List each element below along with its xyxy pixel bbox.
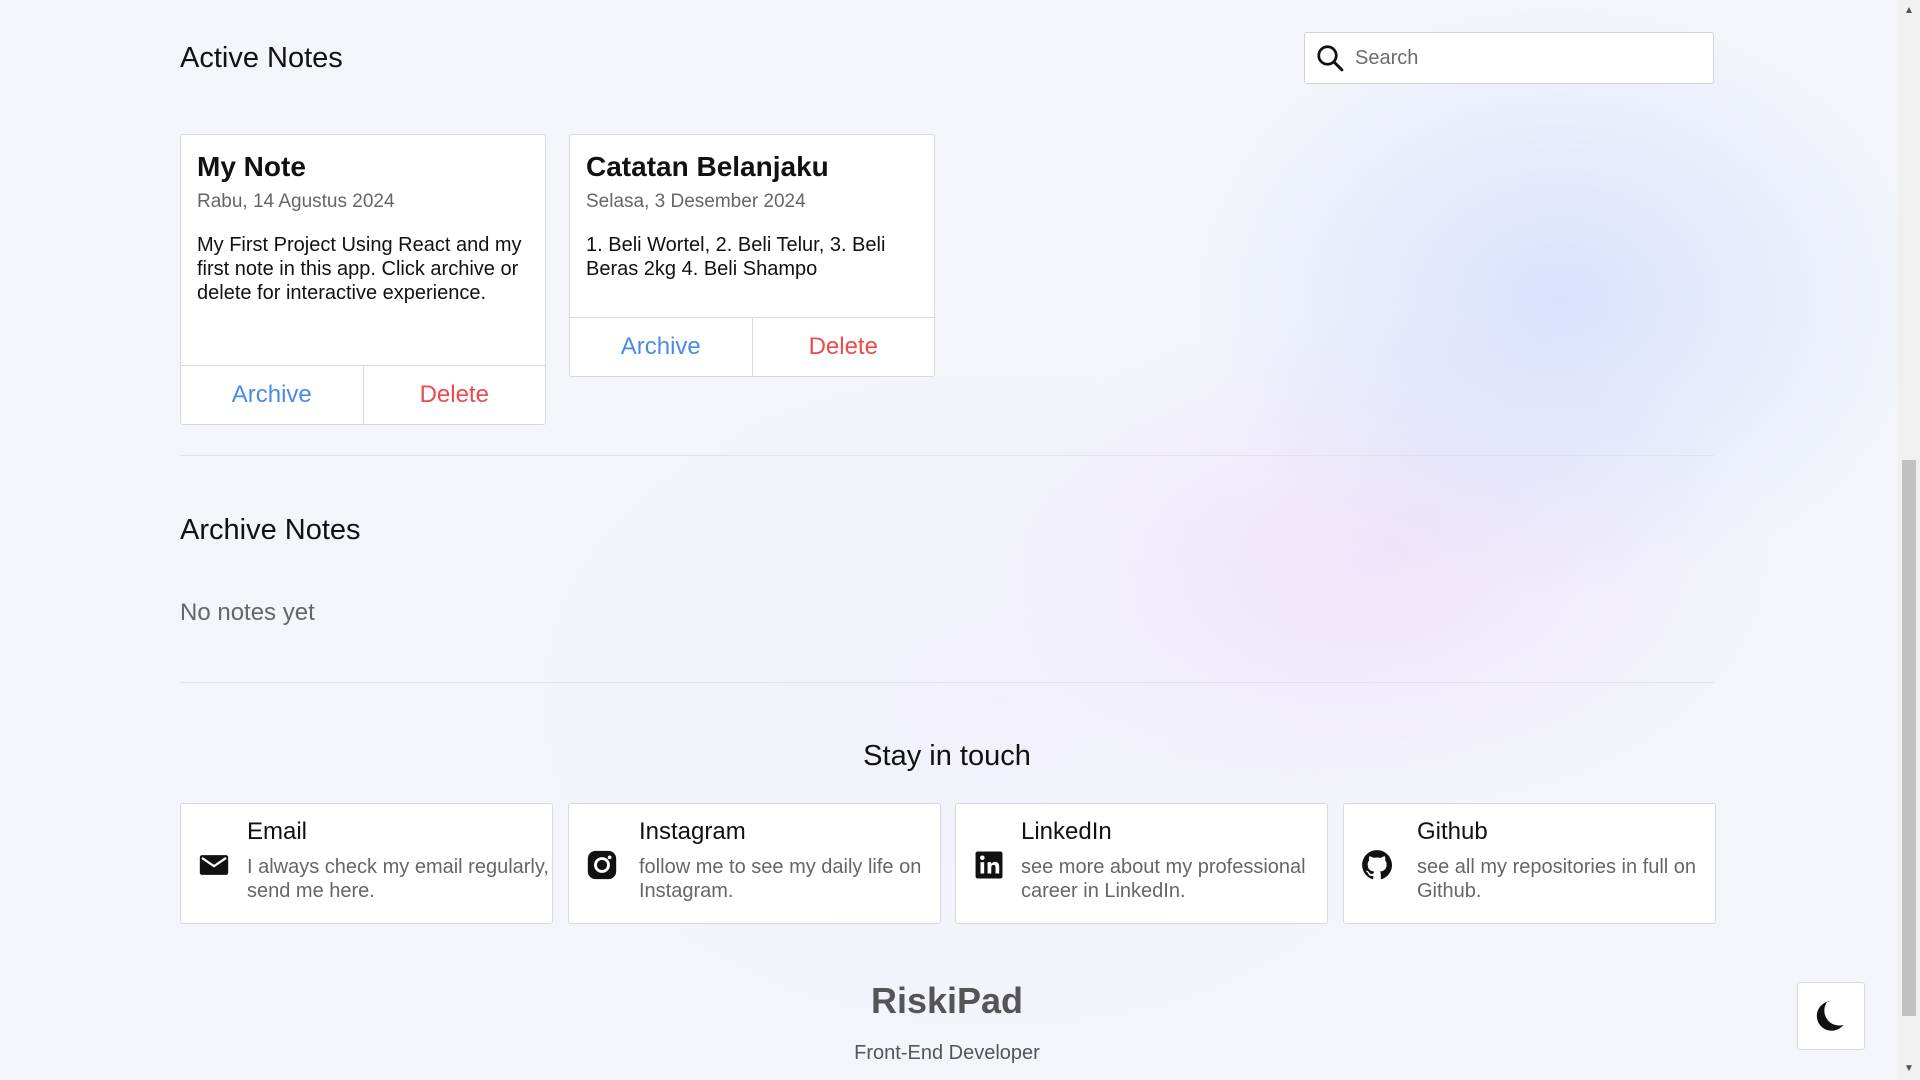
vertical-scrollbar[interactable]: ▲ ▼ [1898, 0, 1920, 1080]
search-input[interactable] [1353, 45, 1697, 71]
contact-card-linkedin[interactable]: LinkedIn see more about my professional … [955, 803, 1328, 924]
delete-button[interactable]: Delete [362, 366, 546, 424]
contact-name: LinkedIn [1021, 818, 1112, 845]
note-date: Selasa, 3 Desember 2024 [586, 191, 806, 212]
contact-description: see more about my professional career in… [1021, 856, 1306, 902]
scroll-up-arrow-icon[interactable]: ▲ [1898, 2, 1920, 20]
contact-name: Email [247, 818, 308, 845]
note-actions: Archive Delete [570, 317, 934, 376]
note-body: My First Project Using React and my firs… [197, 234, 522, 304]
archive-button[interactable]: Archive [181, 366, 363, 424]
instagram-icon [587, 850, 617, 880]
email-icon [199, 855, 229, 875]
note-actions: Archive Delete [181, 365, 545, 424]
note-body: 1. Beli Wortel, 2. Beli Telur, 3. Beli B… [586, 234, 886, 280]
linkedin-icon [975, 851, 1003, 879]
note-title: My Note [197, 151, 306, 182]
note-card: Catatan Belanjaku Selasa, 3 Desember 202… [569, 134, 935, 377]
note-card: My Note Rabu, 14 Agustus 2024 My First P… [180, 134, 546, 425]
section-divider [180, 455, 1714, 456]
moon-icon [1816, 1001, 1844, 1031]
footer-brand: RiskiPad [870, 980, 1024, 1021]
archive-notes-heading: Archive Notes [180, 514, 361, 546]
archive-button[interactable]: Archive [570, 318, 752, 376]
contact-name: Instagram [639, 818, 746, 845]
contact-card-github[interactable]: Github see all my repositories in full o… [1343, 803, 1716, 924]
note-title: Catatan Belanjaku [586, 151, 829, 182]
contact-card-email[interactable]: Email I always check my email regularly,… [180, 803, 553, 924]
delete-button[interactable]: Delete [751, 318, 935, 376]
active-notes-heading: Active Notes [180, 42, 343, 74]
theme-toggle-button[interactable] [1797, 982, 1865, 1050]
search-box[interactable] [1304, 32, 1714, 84]
contact-card-instagram[interactable]: Instagram follow me to see my daily life… [568, 803, 941, 924]
search-icon [1317, 45, 1344, 72]
page: Active Notes My Note Rabu, 14 Agustus 20… [0, 0, 1898, 1080]
section-divider [180, 682, 1714, 683]
note-date: Rabu, 14 Agustus 2024 [197, 191, 395, 212]
contact-description: follow me to see my daily life on Instag… [639, 856, 922, 902]
github-icon [1362, 850, 1393, 880]
contact-description: see all my repositories in full on Githu… [1417, 856, 1697, 902]
contact-name: Github [1417, 818, 1488, 845]
stay-in-touch-heading: Stay in touch [863, 740, 1031, 772]
empty-notes-message: No notes yet [180, 599, 315, 626]
contact-description: I always check my email regularly, send … [247, 856, 549, 902]
scroll-down-arrow-icon[interactable]: ▼ [1898, 1060, 1920, 1078]
footer-role: Front-End Developer [854, 1042, 1040, 1064]
scrollbar-thumb[interactable] [1902, 460, 1916, 1016]
